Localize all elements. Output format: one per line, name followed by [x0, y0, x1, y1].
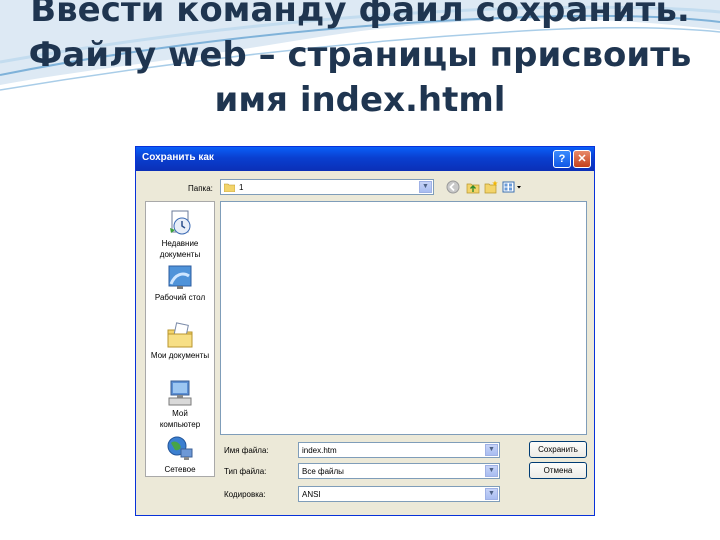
slide-title-line-1: Ввести команду файл сохранить. [30, 0, 690, 30]
encoding-value: ANSI [302, 490, 321, 499]
help-button[interactable]: ? [553, 150, 571, 168]
new-folder-icon[interactable] [484, 180, 498, 194]
place-label: документы [159, 250, 201, 259]
view-menu-icon[interactable] [502, 180, 524, 194]
dialog-titlebar[interactable]: Сохранить как ? ✕ [136, 147, 594, 171]
network-icon [167, 436, 193, 460]
place-label: Мой [172, 409, 188, 418]
folder-label: Папка: [188, 184, 213, 193]
place-label: Мои документы [150, 351, 210, 360]
place-label: компьютер [159, 420, 201, 429]
desktop-icon [168, 265, 192, 289]
close-button[interactable]: ✕ [573, 150, 591, 168]
slide-title-line-2: Файлу web – страницы присвоить [28, 35, 692, 75]
filetype-label: Тип файла: [224, 467, 267, 476]
places-bar: Недавние документы Рабочий стол Мои доку… [145, 201, 215, 477]
chevron-down-icon[interactable]: ▼ [485, 444, 498, 456]
filename-input[interactable]: index.htm ▼ [298, 442, 500, 458]
save-button[interactable]: Сохранить [529, 441, 587, 458]
filename-value: index.htm [302, 446, 337, 455]
place-label: Недавние [161, 239, 199, 248]
place-recent-documents[interactable]: Недавние документы [146, 208, 214, 260]
folder-icon [224, 183, 235, 192]
folder-select[interactable]: 1 ▼ [220, 179, 434, 195]
encoding-select[interactable]: ANSI ▼ [298, 486, 500, 502]
recent-documents-icon [170, 210, 191, 235]
dialog-title: Сохранить как [142, 152, 214, 163]
slide-title-line-3: имя index.html [214, 80, 506, 120]
filename-label: Имя файла: [224, 446, 269, 455]
filetype-value: Все файлы [302, 467, 344, 476]
chevron-down-icon[interactable]: ▼ [485, 465, 498, 477]
folder-value: 1 [239, 183, 244, 192]
place-my-documents[interactable]: Мои документы [146, 320, 214, 361]
chevron-down-icon[interactable]: ▼ [485, 488, 498, 500]
slide-title: Ввести команду файл сохранить. Файлу web… [0, 0, 720, 123]
place-my-computer[interactable]: Мой компьютер [146, 378, 214, 430]
save-as-dialog: Сохранить как ? ✕ Папка: 1 ▼ Недавние до… [135, 146, 595, 516]
my-documents-icon [167, 322, 193, 348]
place-label: Сетевое [164, 465, 196, 474]
cancel-button[interactable]: Отмена [529, 462, 587, 479]
up-folder-icon[interactable] [466, 180, 480, 194]
filetype-select[interactable]: Все файлы ▼ [298, 463, 500, 479]
my-computer-icon [168, 380, 192, 406]
file-list[interactable] [220, 201, 587, 435]
place-network[interactable]: Сетевое [146, 434, 214, 475]
place-label: Рабочий стол [154, 293, 206, 302]
chevron-down-icon[interactable]: ▼ [419, 181, 432, 193]
back-icon[interactable] [446, 180, 460, 194]
encoding-label: Кодировка: [224, 490, 266, 499]
place-desktop[interactable]: Рабочий стол [146, 262, 214, 303]
